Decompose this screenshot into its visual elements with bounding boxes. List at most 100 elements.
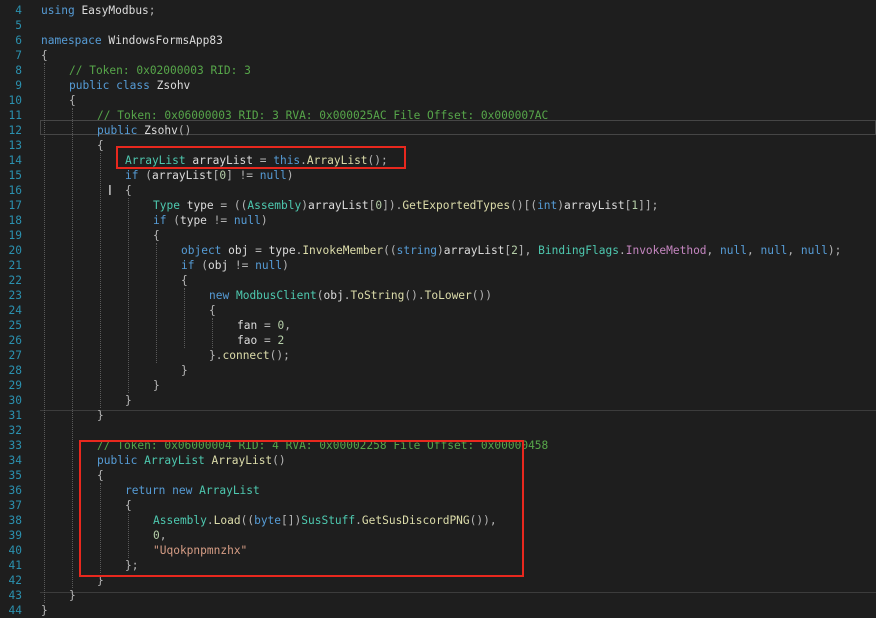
code-line[interactable]: 24 { <box>0 303 876 318</box>
line-number: 19 <box>8 228 22 242</box>
code-line[interactable]: 6 namespace WindowsFormsApp83 <box>0 33 876 48</box>
line-number: 24 <box>8 303 22 317</box>
code-token: ( <box>166 213 180 227</box>
code-line[interactable]: 30} <box>0 393 876 408</box>
code-token: } <box>153 378 160 392</box>
code-token: new <box>209 288 230 302</box>
line-number: 44 <box>8 603 22 617</box>
code-token: if <box>181 258 195 272</box>
code-token: ( <box>194 258 208 272</box>
code-line[interactable]: 11 // Token: 0x06000003 RID: 3 RVA: 0x000… <box>0 108 876 123</box>
code-token: }. <box>209 348 223 362</box>
line-number: 15 <box>8 168 22 182</box>
code-line[interactable]: 12 public Zsohv() <box>0 123 876 138</box>
line-number: 41 <box>8 558 22 572</box>
code-token: ); <box>827 243 842 257</box>
code-token: ( <box>316 288 324 302</box>
code-text: // Token: 0x06000003 RID: 3 RVA: 0x00002… <box>97 108 548 123</box>
code-token: arrayList <box>151 168 213 182</box>
code-token: arrayList <box>307 198 369 212</box>
line-number: 30 <box>8 393 22 407</box>
code-token: fan <box>237 318 258 332</box>
code-token: InvokeMember <box>302 243 384 257</box>
highlight-box-arraylist-call <box>116 146 406 169</box>
code-token: (). <box>404 288 425 302</box>
line-number: 37 <box>8 498 22 512</box>
code-line[interactable]: 31} <box>0 408 876 423</box>
code-token: } <box>41 603 48 617</box>
code-line[interactable]: 15 if (arrayList[0] != null) <box>0 168 876 183</box>
code-text: fan = 0, <box>237 318 291 333</box>
code-line[interactable]: 19 { <box>0 228 876 243</box>
code-token: ], <box>517 243 539 257</box>
code-token: = <box>257 318 278 332</box>
line-number: 14 <box>8 153 22 167</box>
code-token: null <box>233 213 261 227</box>
code-text: { <box>97 138 104 153</box>
code-line[interactable]: 27}.connect(); <box>0 348 876 363</box>
code-token: ; <box>148 4 156 17</box>
code-token: ) <box>437 243 444 257</box>
code-token: type <box>186 198 214 212</box>
line-number: 38 <box>8 513 22 527</box>
line-number: 12 <box>8 123 22 137</box>
text-cursor-icon: I <box>108 184 112 199</box>
line-number: 9 <box>15 78 22 92</box>
code-line[interactable]: 44} <box>0 603 876 618</box>
code-token: } <box>181 363 188 377</box>
code-line[interactable]: 26 fao = 2 <box>0 333 876 348</box>
code-token: ) <box>286 168 294 182</box>
code-token: type <box>179 213 207 227</box>
code-token: // Token: 0x02000003 RID: 3 <box>69 63 251 77</box>
code-text: namespace WindowsFormsApp83 <box>41 33 223 48</box>
code-line[interactable]: 23 new ModbusClient(obj.ToString().ToLowe… <box>0 288 876 303</box>
line-number: 7 <box>15 48 22 62</box>
code-line[interactable]: 22 { <box>0 273 876 288</box>
code-token: , <box>706 243 721 257</box>
code-text: } <box>125 393 132 408</box>
line-number: 27 <box>8 348 22 362</box>
code-token: null <box>760 243 788 257</box>
code-line[interactable]: 7{ <box>0 48 876 63</box>
line-number: 28 <box>8 363 22 377</box>
code-text: if (obj != null) <box>181 258 289 273</box>
code-token: , <box>787 243 801 257</box>
code-token: object <box>181 243 222 257</box>
code-token: // Token: 0x06000003 RID: 3 RVA: 0x00002… <box>97 108 549 122</box>
code-token: Type <box>153 198 180 212</box>
code-line[interactable]: 17 Type type = ((Assembly)arrayList[0]).G… <box>0 198 876 213</box>
code-text: { <box>41 48 48 63</box>
code-line[interactable]: 29} <box>0 378 876 393</box>
code-line[interactable]: 28} <box>0 363 876 378</box>
code-token: { <box>181 273 188 287</box>
code-token: ] != <box>226 168 260 182</box>
code-token: ]]; <box>638 198 659 212</box>
code-line[interactable]: 32 <box>0 423 876 438</box>
code-line[interactable]: 20 object obj = type. InvokeMember((string… <box>0 243 876 258</box>
line-number: 39 <box>8 528 22 542</box>
code-line[interactable]: 5 <box>0 18 876 33</box>
code-line[interactable]: 43} <box>0 588 876 603</box>
code-token: null <box>800 243 828 257</box>
code-line[interactable]: 16 { <box>0 183 876 198</box>
code-line[interactable]: 25 fan = 0, <box>0 318 876 333</box>
code-line[interactable]: 18 if (type != null) <box>0 213 876 228</box>
code-token: connect <box>222 348 270 362</box>
code-token: ]). <box>382 198 403 212</box>
line-number: 23 <box>8 288 22 302</box>
code-line[interactable]: 4 using EasyModbus; <box>0 3 876 18</box>
code-text: new ModbusClient(obj.ToString().ToLower(… <box>209 288 492 303</box>
code-line[interactable]: 8 // Token: 0x02000003 RID: 3 <box>0 63 876 78</box>
code-text: using EasyModbus; <box>41 3 156 18</box>
highlight-box-arraylist-method <box>79 440 524 577</box>
code-editor[interactable]: 4 using EasyModbus; 5 6 namespace WindowsFor… <box>0 0 876 617</box>
line-number: 29 <box>8 378 22 392</box>
code-token: WindowsFormsApp83 <box>108 33 223 47</box>
line-number: 11 <box>8 108 22 122</box>
code-line[interactable]: 9 public class Zsohv <box>0 78 876 93</box>
code-line[interactable]: 21 if (obj != null) <box>0 258 876 273</box>
line-number: 32 <box>8 423 22 437</box>
code-line[interactable]: 10 { <box>0 93 876 108</box>
line-number: 22 <box>8 273 22 287</box>
